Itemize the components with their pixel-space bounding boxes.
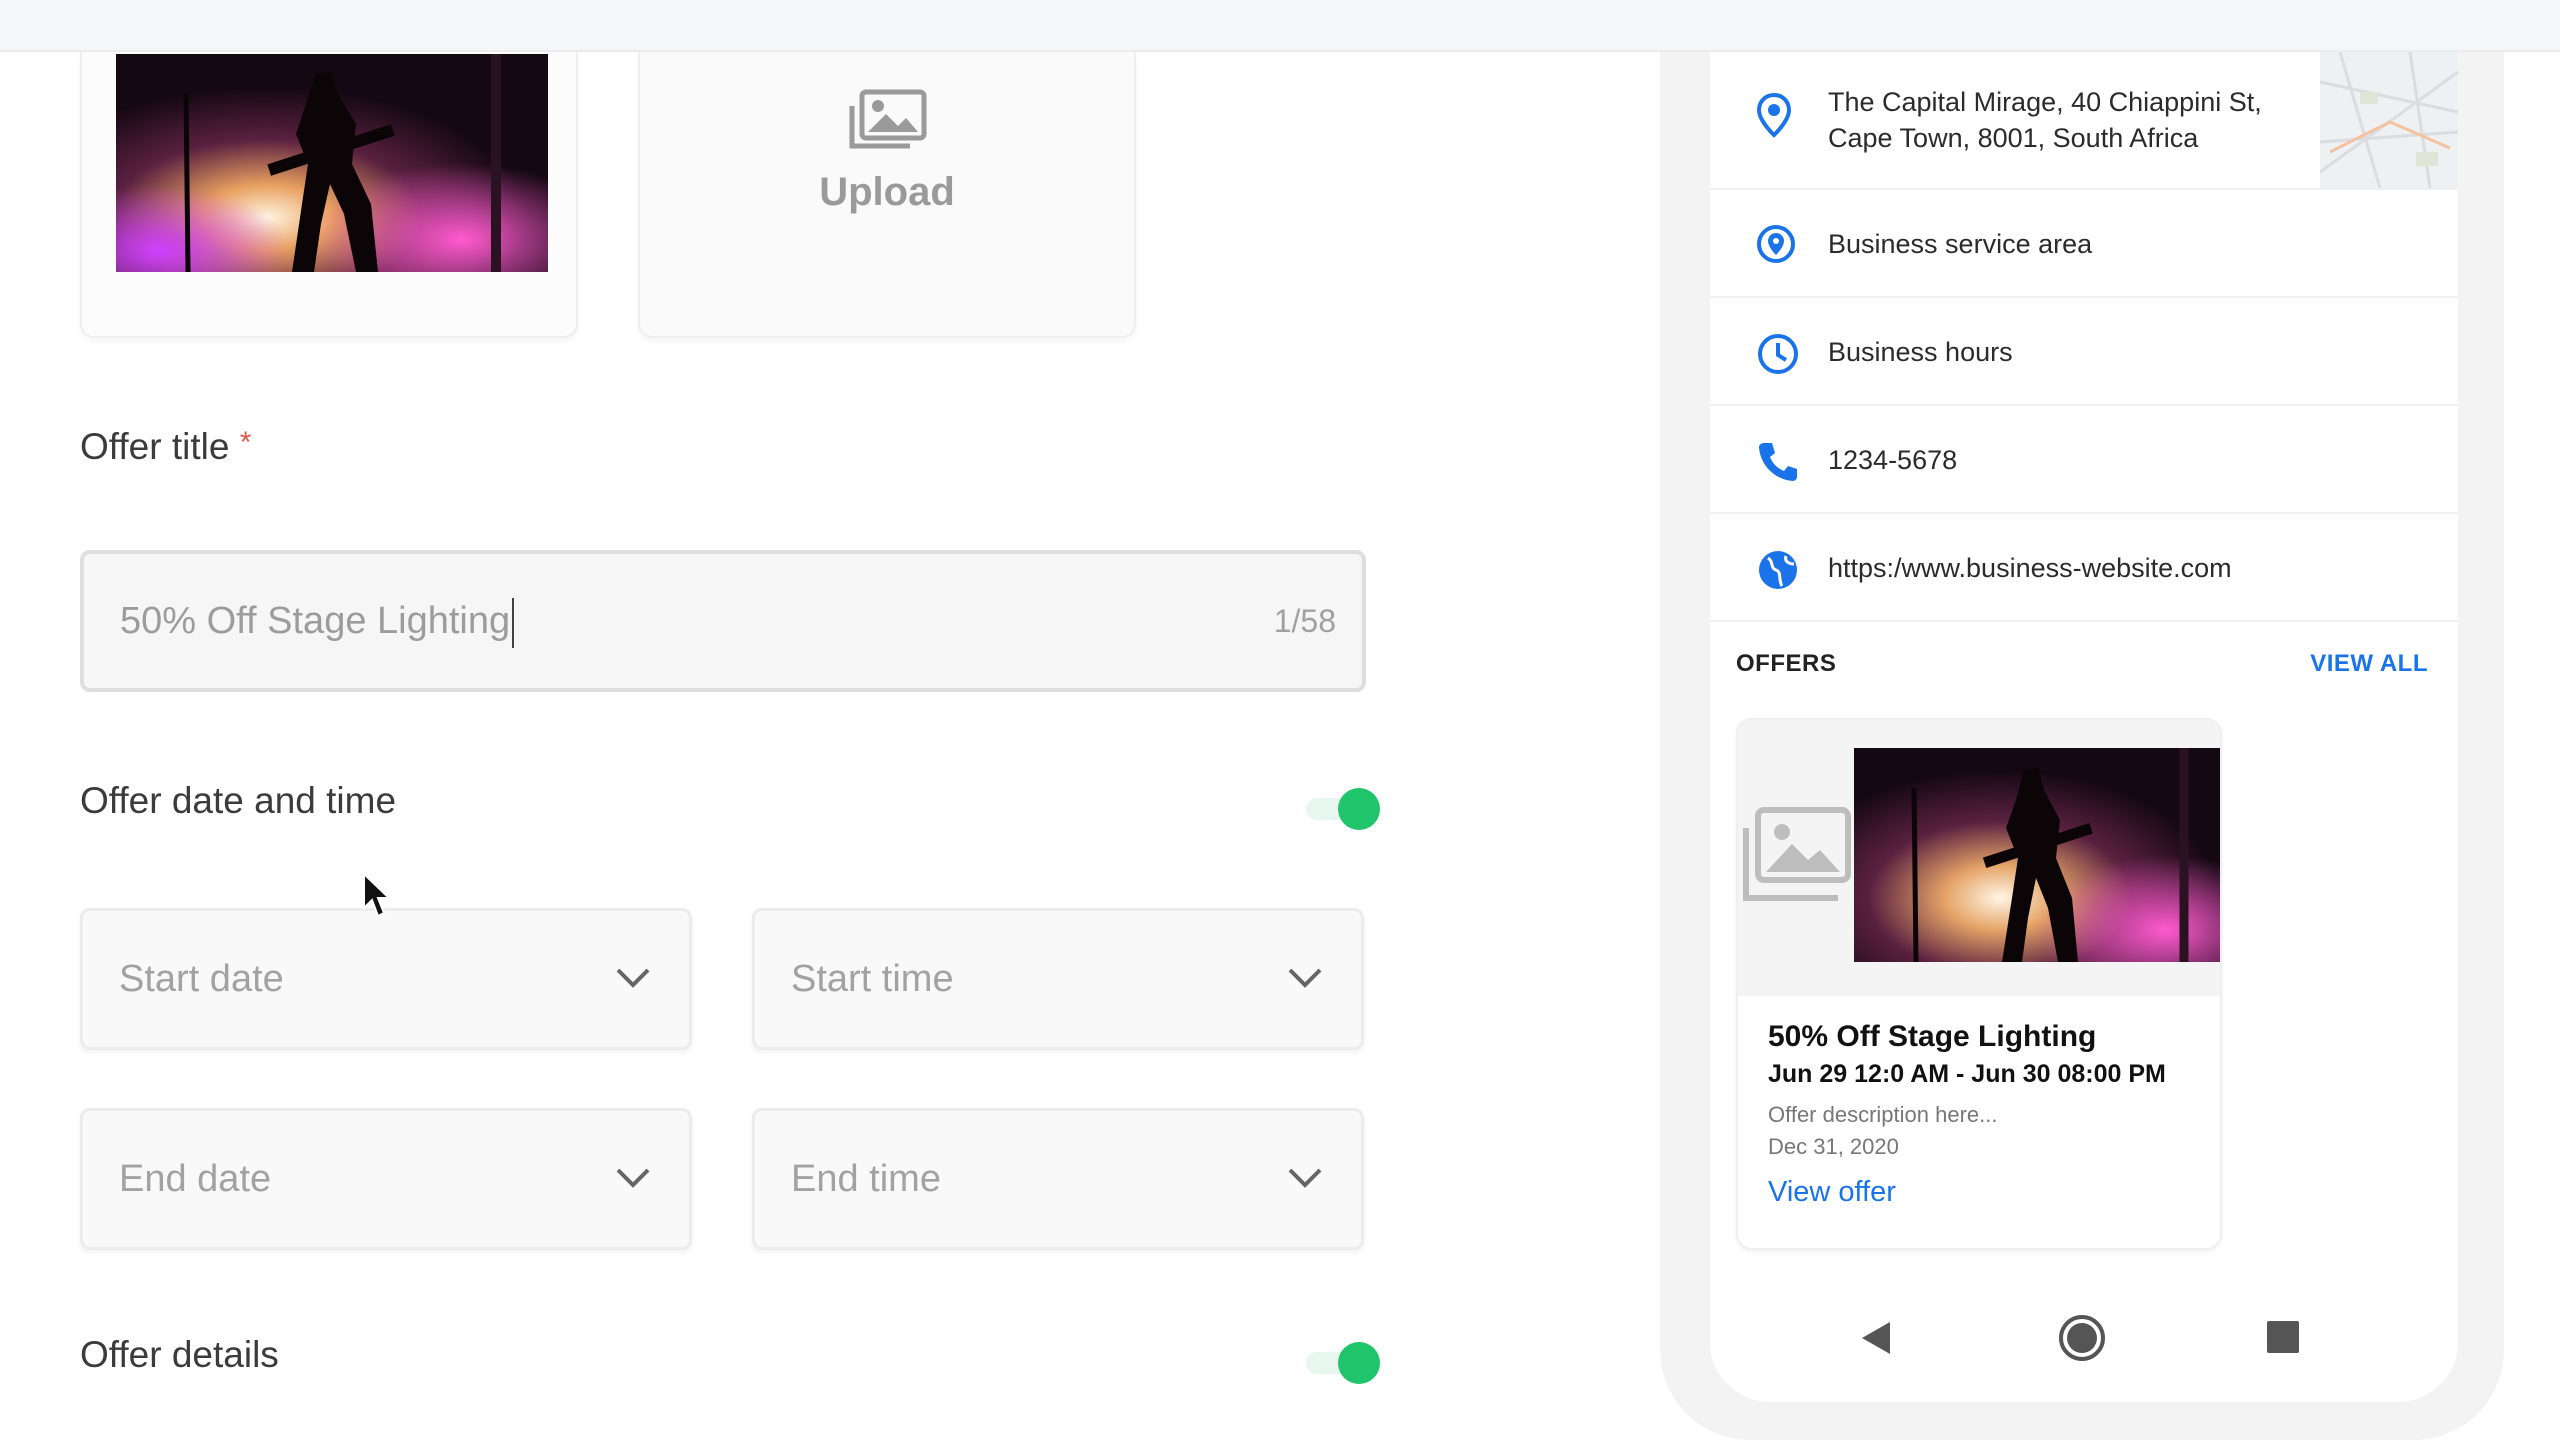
chevron-down-icon: [1288, 968, 1322, 988]
character-counter: 1/58: [1273, 603, 1336, 639]
toggle-knob: [1338, 788, 1380, 830]
top-bar: [0, 0, 2560, 52]
start-time-select[interactable]: Start time: [752, 908, 1364, 1050]
end-date-select[interactable]: End date: [80, 1108, 692, 1250]
offer-details-toggle[interactable]: [1306, 1342, 1380, 1384]
phone-text: 1234-5678: [1828, 445, 1958, 475]
home-nav-icon[interactable]: [2058, 1314, 2106, 1362]
offers-heading: OFFERS: [1736, 650, 1837, 677]
view-all-link[interactable]: VIEW ALL: [2310, 650, 2428, 678]
offer-date-time-label: Offer date and time: [80, 780, 397, 821]
back-nav-icon[interactable]: [1860, 1320, 1892, 1356]
mouse-pointer-icon: [363, 872, 392, 918]
offer-dates: Jun 29 12:0 AM - Jun 30 08:00 PM: [1768, 1060, 2166, 1088]
offer-editor: Upload Offer title * 50% Off Stage Light…: [0, 52, 1560, 1440]
view-offer-link[interactable]: View offer: [1768, 1176, 1896, 1209]
concert-photo: [116, 54, 548, 272]
offer-card[interactable]: 50% Off Stage Lighting Jun 29 12:0 AM - …: [1736, 718, 2222, 1250]
upload-label: Upload: [819, 170, 955, 214]
required-marker: *: [239, 426, 252, 459]
phone-icon: [1759, 443, 1797, 481]
service-area-text: Business service area: [1828, 229, 2093, 259]
hours-text: Business hours: [1828, 337, 2013, 367]
location-pin-icon: [1756, 92, 1792, 138]
map-thumbnail[interactable]: [2320, 52, 2458, 188]
text-caret: [512, 597, 515, 648]
offer-title-value: 50% Off Stage Lighting: [120, 600, 511, 642]
offer-description: Offer description here...: [1768, 1102, 1998, 1127]
offer-title-input[interactable]: 50% Off Stage Lighting 1/58: [80, 550, 1366, 692]
address-row[interactable]: The Capital Mirage, 40 Chiappini St, Cap…: [1710, 52, 2458, 190]
website-text: https:/www.business-website.com: [1828, 553, 2232, 583]
website-row[interactable]: https:/www.business-website.com: [1710, 514, 2458, 622]
upload-button[interactable]: Upload: [638, 52, 1136, 338]
offer-title: 50% Off Stage Lighting: [1768, 1020, 2097, 1053]
offer-concert-photo: [1854, 748, 2220, 962]
chevron-down-icon: [616, 1168, 650, 1188]
chevron-down-icon: [1288, 1168, 1322, 1188]
date-time-toggle[interactable]: [1306, 788, 1380, 830]
end-time-select[interactable]: End time: [752, 1108, 1364, 1250]
service-area-row[interactable]: Business service area: [1710, 190, 2458, 298]
clock-icon: [1758, 334, 1798, 374]
phone-screen: The Capital Mirage, 40 Chiappini St, Cap…: [1710, 52, 2458, 1402]
hours-row[interactable]: Business hours: [1710, 298, 2458, 406]
gallery-icon: [849, 89, 927, 149]
offer-details-label: Offer details: [80, 1334, 279, 1375]
address-text: The Capital Mirage, 40 Chiappini St, Cap…: [1828, 87, 2262, 153]
recents-nav-icon[interactable]: [2266, 1320, 2300, 1354]
offer-expiry-date: Dec 31, 2020: [1768, 1134, 1899, 1159]
uploaded-image-card[interactable]: [80, 52, 578, 338]
image-placeholder-icon: [1743, 807, 1851, 901]
chevron-down-icon: [616, 968, 650, 988]
globe-icon: [1759, 551, 1797, 589]
service-area-icon: [1757, 225, 1795, 263]
phone-row[interactable]: 1234-5678: [1710, 406, 2458, 514]
start-date-select[interactable]: Start date: [80, 908, 692, 1050]
offer-title-label: Offer title *: [80, 426, 252, 467]
phone-preview: The Capital Mirage, 40 Chiappini St, Cap…: [1660, 52, 2504, 1440]
toggle-knob: [1338, 1342, 1380, 1384]
offer-media: [1738, 720, 2220, 996]
